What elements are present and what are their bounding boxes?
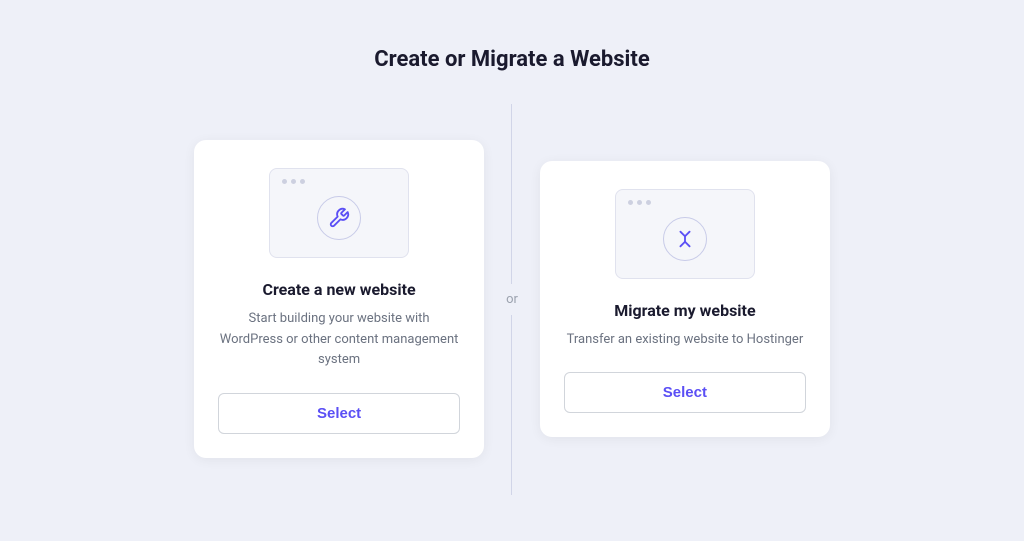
browser-dot-1 (282, 179, 287, 184)
create-card-description: Start building your website with WordPre… (218, 309, 460, 371)
browser-mockup-create (269, 168, 409, 258)
migrate-website-card: Migrate my website Transfer an existing … (540, 161, 830, 438)
create-card-title: Create a new website (262, 280, 415, 299)
create-website-card: Create a new website Start building your… (194, 140, 484, 458)
browser-dot-3 (300, 179, 305, 184)
or-text: or (506, 284, 518, 315)
browser-dot-m1 (628, 200, 633, 205)
browser-dot-m3 (646, 200, 651, 205)
migrate-card-description: Transfer an existing website to Hostinge… (567, 330, 804, 351)
migrate-select-button[interactable]: Select (564, 372, 806, 413)
create-select-button[interactable]: Select (218, 393, 460, 434)
browser-dot-2 (291, 179, 296, 184)
divider-line-top (511, 104, 512, 284)
wrench-icon (328, 207, 350, 229)
browser-dot-m2 (637, 200, 642, 205)
browser-mockup-migrate (615, 189, 755, 279)
cards-container: Create a new website Start building your… (194, 104, 830, 495)
or-divider: or (484, 104, 540, 495)
migrate-icon-circle (663, 217, 707, 261)
create-icon-circle (317, 196, 361, 240)
migrate-card-title: Migrate my website (614, 301, 755, 320)
divider-line-bottom (511, 315, 512, 495)
browser-dots (282, 179, 305, 184)
page-title: Create or Migrate a Website (374, 47, 649, 72)
browser-dots-migrate (628, 200, 651, 205)
transfer-icon (674, 228, 696, 250)
